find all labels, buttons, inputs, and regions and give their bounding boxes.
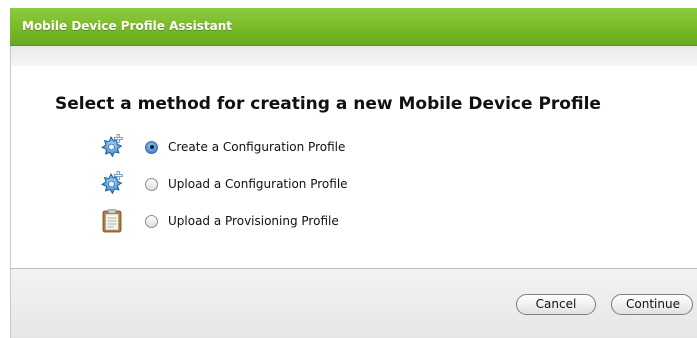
header-strip [11, 46, 697, 66]
page-title: Select a method for creating a new Mobil… [55, 94, 601, 114]
option-label: Upload a Configuration Profile [168, 177, 348, 191]
cancel-button[interactable]: Cancel [516, 294, 596, 315]
window-title: Mobile Device Profile Assistant [22, 19, 233, 33]
option-upload-config[interactable]: Upload a Configuration Profile [99, 171, 419, 197]
option-label: Upload a Provisioning Profile [168, 214, 339, 228]
continue-button[interactable]: Continue [611, 294, 693, 315]
clipboard-icon [102, 209, 122, 233]
gear-plus-icon [101, 134, 123, 158]
radio-upload-config[interactable] [145, 177, 158, 191]
option-create-config[interactable]: Create a Configuration Profile [99, 134, 419, 160]
radio-create-config[interactable] [145, 140, 158, 154]
gear-plus-icon [101, 171, 123, 195]
option-label: Create a Configuration Profile [168, 140, 346, 154]
radio-upload-provisioning[interactable] [145, 214, 158, 228]
main-panel: Select a method for creating a new Mobil… [10, 46, 697, 268]
title-bar: Mobile Device Profile Assistant [10, 8, 697, 46]
button-bar: Cancel Continue [10, 268, 697, 338]
option-upload-provisioning[interactable]: Upload a Provisioning Profile [99, 208, 419, 234]
assistant-window: Mobile Device Profile Assistant Select a… [0, 0, 697, 338]
